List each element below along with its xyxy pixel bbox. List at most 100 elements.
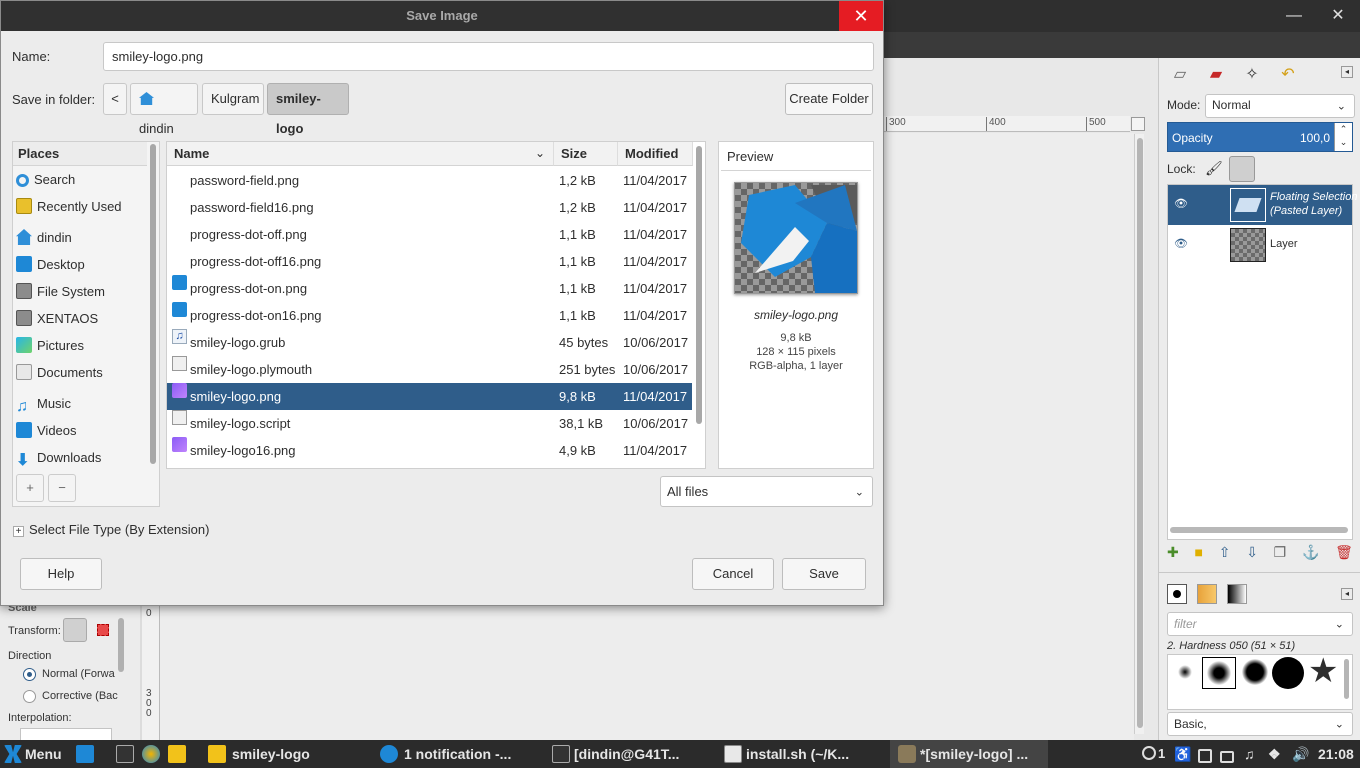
tray-music[interactable]: ♫ <box>1244 740 1255 768</box>
column-size[interactable]: Size <box>554 142 618 166</box>
lower-layer-icon[interactable]: ⇩ <box>1246 544 1258 566</box>
brush-scrollbar[interactable] <box>1344 659 1349 699</box>
remove-bookmark-button[interactable]: − <box>48 474 76 502</box>
file-filter-select[interactable]: All files ⌄ <box>660 476 873 507</box>
patterns-tab-icon[interactable] <box>1197 584 1217 604</box>
lock-pixels-icon[interactable]: 🖌 <box>1205 160 1223 177</box>
file-row[interactable]: password-field.png 1,2 kB 11/04/2017 <box>167 167 692 194</box>
navigate-icon[interactable] <box>1131 117 1145 131</box>
place-videos[interactable]: Videos <box>16 419 148 443</box>
layer-row[interactable]: 👁 Floating Selection (Pasted Layer) <box>1168 185 1357 225</box>
delete-layer-icon[interactable]: 🗑 <box>1335 544 1353 566</box>
launcher-browser[interactable] <box>142 740 166 768</box>
normal-radio[interactable] <box>23 668 36 681</box>
tray-display[interactable] <box>1220 740 1240 768</box>
file-list-scrollbar[interactable] <box>695 144 703 466</box>
anchor-layer-icon[interactable]: ⚓ <box>1302 544 1319 566</box>
menu-button[interactable]: Menu <box>4 740 62 768</box>
opacity-slider[interactable]: Opacity 100,0 ⌃ ⌄ <box>1167 122 1353 152</box>
place-dindin[interactable]: dindin <box>16 226 148 250</box>
layer-row[interactable]: 👁 Layer <box>1168 225 1352 265</box>
corrective-radio[interactable] <box>23 690 36 703</box>
file-row[interactable]: progress-dot-on16.png 1,1 kB 11/04/2017 <box>167 302 692 329</box>
tray-accessibility[interactable]: ♿ <box>1174 740 1191 768</box>
file-row[interactable]: smiley-logo16.png 4,9 kB 11/04/2017 <box>167 437 692 464</box>
new-layer-icon[interactable]: ✚ <box>1167 544 1179 566</box>
breadcrumb-dindin[interactable]: dindin <box>130 83 198 136</box>
cancel-button[interactable]: Cancel <box>692 558 774 590</box>
create-folder-button[interactable]: Create Folder <box>785 83 873 115</box>
file-row[interactable]: smiley-logo.png 9,8 kB 11/04/2017 <box>167 383 692 410</box>
undo-tab-icon[interactable]: ↶ <box>1273 60 1303 88</box>
place-documents[interactable]: Documents <box>16 361 148 385</box>
breadcrumb-kulgram[interactable]: Kulgram <box>202 83 264 115</box>
brush-grid[interactable]: ★ <box>1167 652 1353 710</box>
file-row[interactable]: smiley-logo.script 38,1 kB 10/06/2017 <box>167 410 692 437</box>
file-row[interactable]: progress-dot-off16.png 1,1 kB 11/04/2017 <box>167 248 692 275</box>
file-row[interactable]: progress-dot-off.png 1,1 kB 11/04/2017 <box>167 221 692 248</box>
place-search[interactable]: Search <box>16 168 148 192</box>
paths-tab-icon[interactable]: ✧ <box>1237 60 1267 88</box>
raise-layer-icon[interactable]: ⇧ <box>1219 544 1231 566</box>
close-button[interactable]: ✕ <box>1316 0 1360 32</box>
place-recently-used[interactable]: Recently Used <box>16 195 148 219</box>
file-modified: 11/04/2017 <box>623 389 688 404</box>
duplicate-layer-icon[interactable]: ❐ <box>1274 544 1287 566</box>
save-button[interactable]: Save <box>782 558 866 590</box>
new-group-icon[interactable]: ■ <box>1194 544 1202 566</box>
tray-updates[interactable] <box>1198 740 1218 768</box>
place-desktop[interactable]: Desktop <box>16 253 148 277</box>
task-item[interactable]: [dindin@G41T... <box>552 740 679 768</box>
channels-tab-icon[interactable]: ▰ <box>1201 60 1231 88</box>
tool-options-scrollbar[interactable] <box>118 618 124 672</box>
lock-alpha-icon[interactable] <box>1229 156 1255 182</box>
places-scrollbar[interactable] <box>149 144 157 466</box>
launcher-desktop[interactable] <box>76 740 100 768</box>
dock-menu-icon[interactable]: ◂ <box>1341 66 1353 78</box>
gradients-tab-icon[interactable] <box>1227 584 1247 604</box>
dock-menu-icon[interactable]: ◂ <box>1341 588 1353 600</box>
place-file-system[interactable]: File System <box>16 280 148 304</box>
launcher-terminal[interactable] <box>116 740 140 768</box>
place-music[interactable]: ♫ Music <box>16 392 148 416</box>
file-type-expander[interactable]: + Select File Type (By Extension) <box>13 522 209 537</box>
transform-layer-icon[interactable] <box>63 618 87 642</box>
column-modified[interactable]: Modified <box>618 142 693 166</box>
mode-select[interactable]: Normal ⌄ <box>1205 94 1355 118</box>
canvas-surface[interactable] <box>884 133 1134 740</box>
opacity-spin-icon[interactable]: ⌃ ⌄ <box>1334 123 1352 151</box>
file-row[interactable]: password-field16.png 1,2 kB 11/04/2017 <box>167 194 692 221</box>
brushes-tab-icon[interactable] <box>1167 584 1187 604</box>
place-pictures[interactable]: Pictures <box>16 334 148 358</box>
task-item[interactable]: smiley-logo <box>208 740 310 768</box>
brush-preset-select[interactable]: Basic, ⌄ <box>1167 712 1353 736</box>
file-row[interactable]: ♫ smiley-logo.grub 45 bytes 10/06/2017 <box>167 329 692 356</box>
vertical-scrollbar[interactable] <box>1134 134 1144 734</box>
breadcrumb-back-button[interactable]: < <box>103 83 127 115</box>
task-item[interactable]: 1 notification -... <box>380 740 511 768</box>
eye-icon[interactable]: 👁 <box>1174 237 1188 250</box>
task-item-active[interactable]: *[smiley-logo] ... <box>890 740 1048 768</box>
tray-notifications[interactable]: 1 <box>1142 740 1165 768</box>
transform-selection-icon[interactable] <box>97 624 109 636</box>
layers-hscrollbar[interactable] <box>1170 527 1348 533</box>
tray-volume[interactable]: 🔊 <box>1292 740 1309 768</box>
add-bookmark-button[interactable]: + <box>16 474 44 502</box>
place-downloads[interactable]: ⬇ Downloads <box>16 446 148 470</box>
file-row[interactable]: smiley-logo.plymouth 251 bytes 10/06/2017 <box>167 356 692 383</box>
help-button[interactable]: Help <box>20 558 102 590</box>
layers-tab-icon[interactable]: ▱ <box>1165 60 1195 88</box>
eye-icon[interactable]: 👁 <box>1174 197 1188 210</box>
tray-dropbox[interactable]: ❖ <box>1268 740 1281 768</box>
place-xentaos[interactable]: XENTAOS <box>16 307 148 331</box>
minimize-button[interactable]: ― <box>1272 0 1316 32</box>
place-label: File System <box>37 284 105 299</box>
close-button[interactable]: ✕ <box>839 1 883 31</box>
column-name[interactable]: Name ⌄ <box>167 142 554 166</box>
breadcrumb-smiley-logo[interactable]: smiley-logo <box>267 83 349 136</box>
launcher-files[interactable] <box>168 740 192 768</box>
brush-filter-input[interactable]: filter ⌄ <box>1167 612 1353 636</box>
task-item[interactable]: install.sh (~/K... <box>724 740 849 768</box>
file-row[interactable]: progress-dot-on.png 1,1 kB 11/04/2017 <box>167 275 692 302</box>
filename-input[interactable]: smiley-logo.png <box>103 42 874 71</box>
